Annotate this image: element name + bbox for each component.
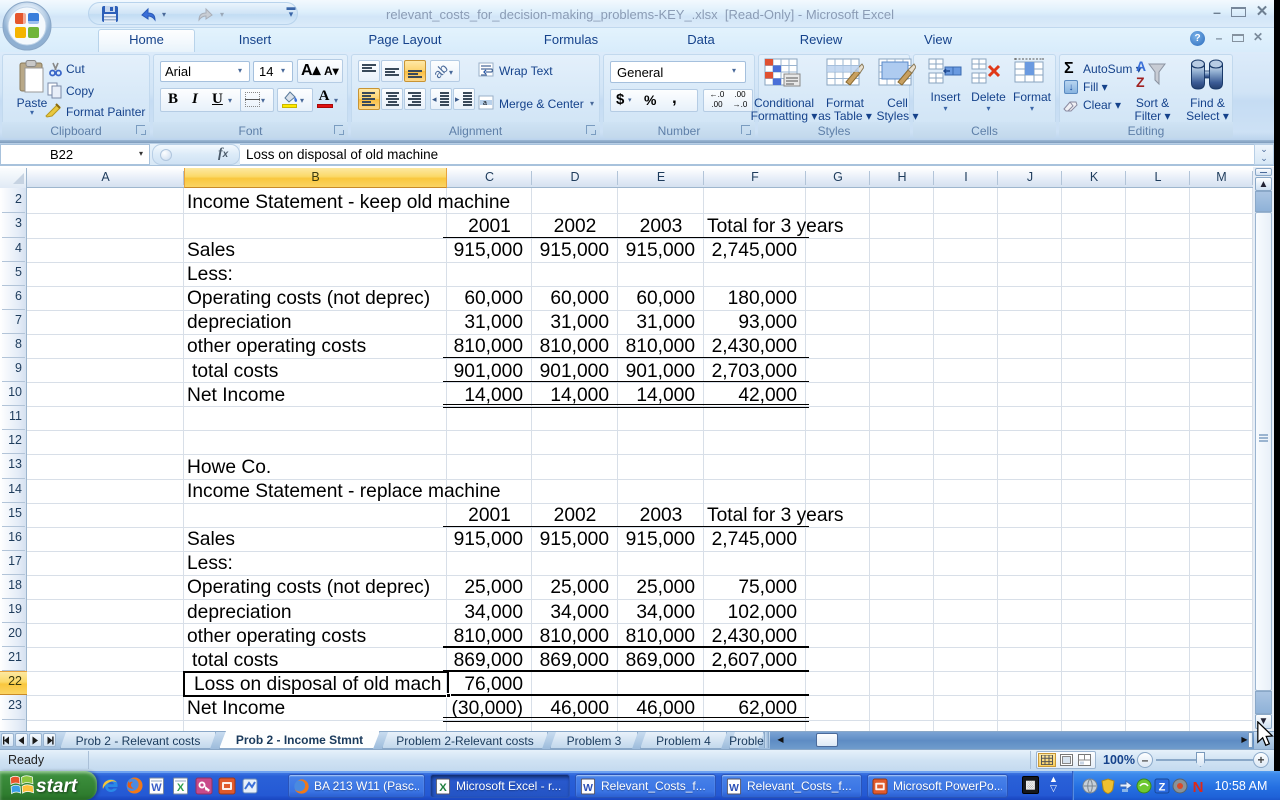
- svg-text:A: A: [1136, 58, 1146, 74]
- svg-text:Z: Z: [1136, 74, 1145, 90]
- svg-text:W: W: [729, 783, 739, 794]
- svg-text:X: X: [177, 782, 185, 794]
- svg-text:Z: Z: [1159, 782, 1166, 794]
- svg-text:W: W: [151, 782, 162, 794]
- svg-text:N: N: [1193, 779, 1204, 794]
- svg-text:W: W: [583, 783, 593, 794]
- svg-text:a: a: [483, 100, 487, 107]
- svg-text:X: X: [439, 782, 447, 794]
